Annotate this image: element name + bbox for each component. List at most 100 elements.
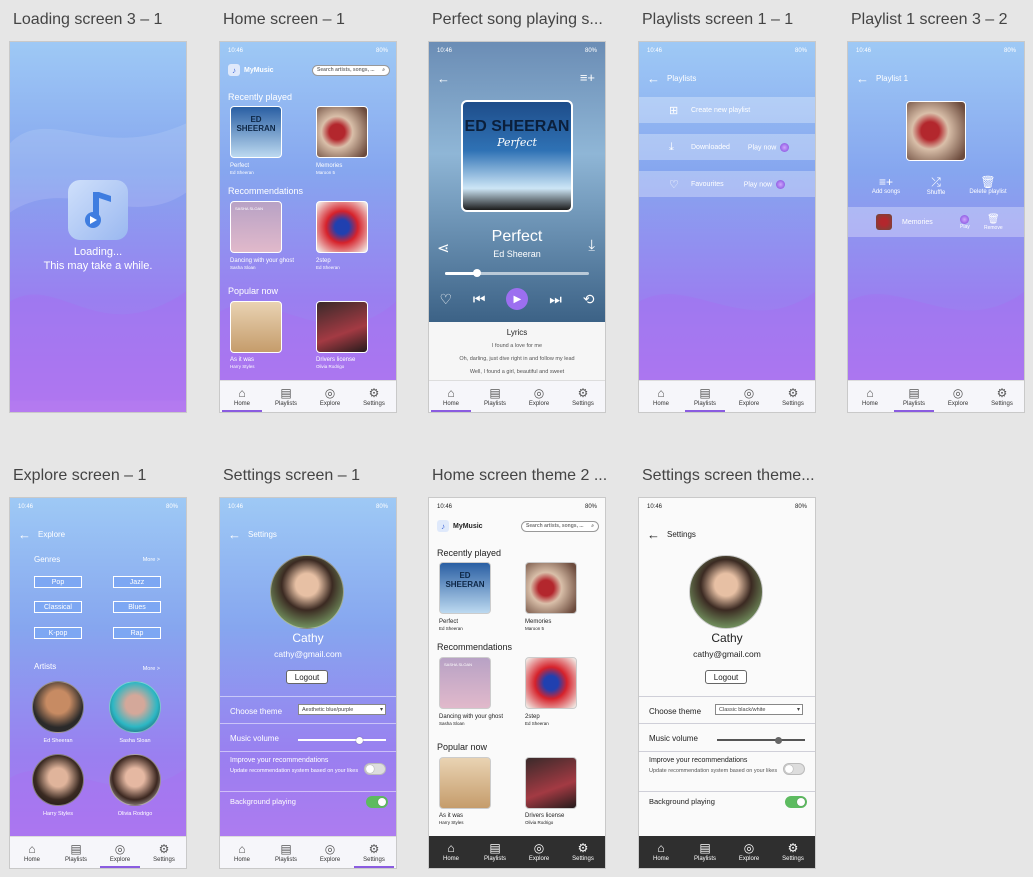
logout-button[interactable]: Logout: [705, 670, 747, 684]
nav-explore[interactable]: ◎ Explore: [310, 381, 350, 412]
nav-settings[interactable]: ⚙ Settings: [354, 381, 394, 412]
nav-explore[interactable]: ◎ Explore: [310, 837, 350, 868]
remove-button[interactable]: 🗑 Remove: [984, 214, 1003, 231]
create-playlist-row[interactable]: ⊞ Create new playlist: [639, 97, 815, 123]
background-playing-toggle[interactable]: [785, 796, 807, 808]
nav-home[interactable]: ⌂ Home: [431, 381, 471, 412]
song-cover-drivers-license[interactable]: [316, 301, 368, 353]
play-button[interactable]: ▶: [506, 288, 529, 310]
shuffle-button[interactable]: ⤮ Shuffle: [916, 175, 956, 196]
nav-home[interactable]: ⌂ Home: [222, 837, 262, 868]
song-cover-memories[interactable]: [316, 106, 368, 158]
nav-home[interactable]: ⌂ Home: [850, 381, 890, 412]
genre-classical-button[interactable]: Classical: [34, 601, 82, 613]
song-cover-perfect[interactable]: ED SHEERAN: [439, 562, 491, 614]
genre-pop-button[interactable]: Pop: [34, 576, 82, 588]
progress-bar[interactable]: [445, 269, 589, 277]
nav-explore[interactable]: ◎ Explore: [100, 837, 140, 868]
nav-settings[interactable]: ⚙ Settings: [144, 837, 184, 868]
genre-jazz-button[interactable]: Jazz: [113, 576, 161, 588]
nav-playlists[interactable]: ▤ Playlists: [685, 836, 725, 868]
nav-playlists[interactable]: ▤ Playlists: [685, 381, 725, 412]
nav-explore[interactable]: ◎ Explore: [519, 836, 559, 868]
play-button[interactable]: Play: [960, 214, 970, 230]
nav-home[interactable]: ⌂ Home: [641, 381, 681, 412]
nav-explore[interactable]: ◎ Explore: [729, 381, 769, 412]
playlist-row-downloaded[interactable]: ⤓ Downloaded Play now: [639, 134, 815, 160]
delete-playlist-button[interactable]: 🗑 Delete playlist: [962, 175, 1014, 195]
song-cover-dancing[interactable]: SASHA SLOAN: [230, 201, 282, 253]
nav-settings[interactable]: ⚙ Settings: [773, 381, 813, 412]
nav-explore[interactable]: ◎ Explore: [938, 381, 978, 412]
previous-icon[interactable]: ⏮: [473, 291, 486, 308]
genre-rap-button[interactable]: Rap: [113, 627, 161, 639]
song-cover-memories[interactable]: [525, 562, 577, 614]
artist-avatar[interactable]: [109, 681, 161, 733]
playlist-row-favourites[interactable]: ♡ Favourites Play now: [639, 171, 815, 197]
volume-knob[interactable]: [356, 736, 364, 744]
heart-icon[interactable]: ♡: [439, 291, 452, 308]
download-icon[interactable]: ⤓: [588, 237, 595, 254]
nav-playlists[interactable]: ▤ Playlists: [475, 381, 515, 412]
nav-explore[interactable]: ◎ Explore: [519, 381, 559, 412]
status-battery: 80%: [584, 48, 597, 54]
genres-label: Genres: [34, 555, 61, 564]
background-playing-toggle[interactable]: [366, 796, 388, 808]
nav-home[interactable]: ⌂ Home: [222, 381, 262, 412]
play-now-button[interactable]: Play now: [744, 179, 786, 189]
improve-toggle[interactable]: [783, 763, 805, 775]
search-input[interactable]: Search artists, songs, ... ⌕: [312, 64, 390, 76]
play-now-button[interactable]: Play now: [748, 142, 790, 152]
nav-home[interactable]: ⌂ Home: [12, 837, 52, 868]
song-cover-2step[interactable]: [316, 201, 368, 253]
artists-more-link[interactable]: More >: [143, 666, 160, 672]
nav-settings[interactable]: ⚙ Settings: [563, 836, 603, 868]
nav-playlists[interactable]: ▤ Playlists: [894, 381, 934, 412]
logout-button[interactable]: Logout: [286, 670, 328, 684]
song-cover-perfect[interactable]: ED SHEERAN: [230, 106, 282, 158]
gear-icon: ⚙: [158, 841, 170, 856]
next-icon[interactable]: ⏭: [549, 291, 562, 308]
search-input[interactable]: Search artists, songs, ... ⌕: [521, 520, 599, 532]
song-cover-drivers-license[interactable]: [525, 757, 577, 809]
song-cover-as-it-was[interactable]: [439, 757, 491, 809]
add-to-queue-icon[interactable]: ≡+: [580, 70, 595, 85]
theme-select[interactable]: Classic black/white: [715, 704, 803, 715]
nav-settings[interactable]: ⚙ Settings: [354, 837, 394, 868]
nav-playlists[interactable]: ▤ Playlists: [56, 837, 96, 868]
nav-playlists[interactable]: ▤ Playlists: [475, 836, 515, 868]
theme-select[interactable]: Aesthetic blue/purple: [298, 704, 386, 715]
song-row-memories[interactable]: Memories Play 🗑 Remove: [848, 207, 1024, 237]
genres-more-link[interactable]: More >: [143, 557, 160, 563]
back-arrow-icon[interactable]: ←: [647, 72, 660, 85]
add-songs-button[interactable]: ≡+ Add songs: [866, 175, 906, 195]
volume-slider[interactable]: [717, 736, 805, 744]
artist-avatar[interactable]: [109, 754, 161, 806]
volume-knob[interactable]: [775, 736, 783, 744]
nav-home[interactable]: ⌂ Home: [641, 836, 681, 868]
back-arrow-icon[interactable]: ←: [856, 72, 869, 85]
improve-toggle[interactable]: [364, 763, 386, 775]
back-arrow-icon[interactable]: ←: [18, 528, 31, 541]
genre-kpop-button[interactable]: K-pop: [34, 627, 82, 639]
genre-blues-button[interactable]: Blues: [113, 601, 161, 613]
repeat-icon[interactable]: ⟲: [583, 291, 595, 308]
song-artist: Ed Sheeran: [439, 626, 463, 631]
nav-playlists[interactable]: ▤ Playlists: [266, 381, 306, 412]
nav-explore[interactable]: ◎ Explore: [729, 836, 769, 868]
song-cover-as-it-was[interactable]: [230, 301, 282, 353]
artist-avatar[interactable]: [32, 754, 84, 806]
volume-slider[interactable]: [298, 736, 386, 744]
back-arrow-icon[interactable]: ←: [437, 72, 450, 85]
nav-home[interactable]: ⌂ Home: [431, 836, 471, 868]
back-arrow-icon[interactable]: ←: [647, 528, 660, 541]
nav-settings[interactable]: ⚙ Settings: [982, 381, 1022, 412]
nav-settings[interactable]: ⚙ Settings: [773, 836, 813, 868]
nav-playlists[interactable]: ▤ Playlists: [266, 837, 306, 868]
song-cover-dancing[interactable]: SASHA SLOAN: [439, 657, 491, 709]
song-cover-2step[interactable]: [525, 657, 577, 709]
artist-avatar[interactable]: [32, 681, 84, 733]
back-arrow-icon[interactable]: ←: [228, 528, 241, 541]
frame-title-explore: Explore screen – 1: [13, 467, 147, 484]
nav-settings[interactable]: ⚙ Settings: [563, 381, 603, 412]
